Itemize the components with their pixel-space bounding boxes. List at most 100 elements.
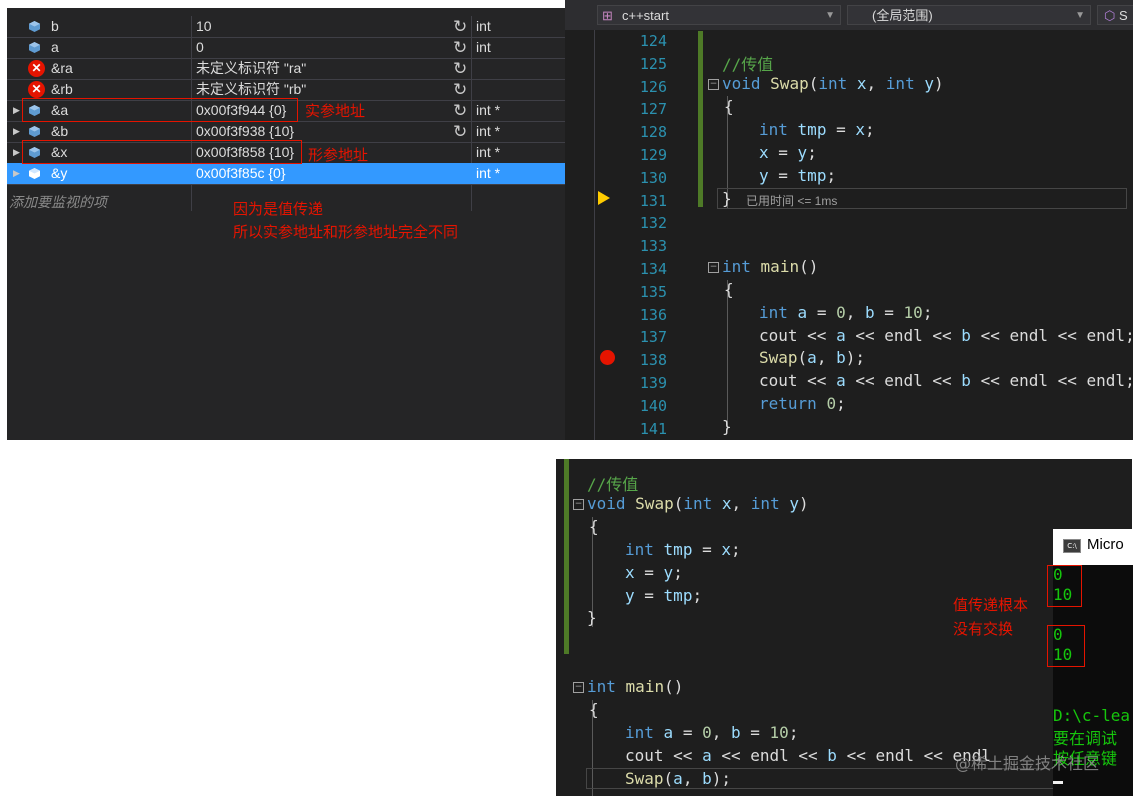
code-line-141: }	[722, 417, 732, 436]
expand-arrow-icon[interactable]: ▶	[13, 142, 20, 163]
watch-value: 未定义标识符 "rb"	[196, 81, 307, 97]
line-number: 136	[639, 305, 667, 324]
code-line-135: {	[724, 280, 734, 299]
variable-icon	[29, 21, 40, 32]
watch-value: 0x00f3f938 {10}	[196, 123, 295, 139]
code-line-130: y = tmp;	[759, 166, 837, 185]
fold-toggle-main[interactable]: −	[708, 262, 719, 273]
margin-separator	[594, 30, 595, 440]
console-cursor	[1053, 781, 1063, 784]
change-tracking-bar	[698, 31, 703, 207]
watch-name: b	[51, 18, 59, 34]
add-watch-item[interactable]: 添加要监视的项	[9, 192, 107, 212]
code-line-comment: //传值	[587, 475, 639, 494]
fold-toggle-swap[interactable]: −	[708, 79, 719, 90]
actual-address-highlight	[22, 98, 298, 122]
fold-toggle-main[interactable]: −	[573, 682, 584, 693]
watch-value: 未定义标识符 "ra"	[196, 60, 307, 76]
code-line-main-open: {	[589, 700, 599, 719]
code-line-swap-2: x = y;	[625, 563, 683, 582]
code-line-swap-sig: void Swap(int x, int y)	[587, 494, 809, 513]
console-title: Micro	[1087, 536, 1124, 553]
refresh-icon[interactable]: ↻	[453, 121, 467, 142]
error-icon: ✕	[28, 60, 45, 77]
refresh-icon[interactable]: ↻	[453, 100, 467, 121]
refresh-icon[interactable]: ↻	[453, 79, 467, 100]
code-line-swap-close: }	[587, 608, 597, 627]
watch-type: int	[476, 18, 491, 34]
editor-navigation-bar: c++start ⊞ ▼ (全局范围) ▼ ⬡ S	[565, 0, 1133, 30]
watch-type: int *	[476, 165, 501, 181]
variable-icon	[29, 126, 40, 137]
line-number: 131	[639, 191, 667, 210]
code-line-swap-1: int tmp = x;	[625, 540, 741, 559]
breakpoint-icon[interactable]	[600, 350, 615, 365]
console-app-icon: C:\	[1063, 539, 1081, 553]
line-number: 137	[639, 328, 667, 347]
reason-note-2: 所以实参地址和形参地址完全不同	[233, 223, 459, 241]
watch-row[interactable]: a 0 ↻ int	[7, 37, 565, 59]
output-highlight-1	[1047, 565, 1082, 607]
code-line-129: x = y;	[759, 143, 817, 162]
code-editor-top: c++start ⊞ ▼ (全局范围) ▼ ⬡ S 124 125 126 127 12…	[565, 0, 1133, 440]
code-line-main-sig: int main()	[587, 677, 684, 696]
line-number: 128	[639, 123, 667, 142]
line-number: 126	[639, 77, 667, 96]
code-line-126: void Swap(int x, int y)	[722, 74, 944, 93]
watch-panel: b 10 ↻ int a 0 ↻ int ✕ &ra 未定义标识符 "ra" ↻ ✕ &rb 未定义标识符 …	[7, 8, 565, 440]
watch-name: a	[51, 39, 59, 55]
chevron-down-icon: ▼	[1075, 10, 1085, 21]
output-highlight-2	[1047, 625, 1085, 667]
watch-name: &rb	[51, 81, 73, 97]
scope-label: (全局范围)	[872, 8, 933, 23]
refresh-icon[interactable]: ↻	[453, 16, 467, 37]
change-tracking-bar	[564, 459, 569, 654]
expand-arrow-icon[interactable]: ▶	[13, 121, 20, 142]
watermark: @稀土掘金技术社区	[955, 754, 1100, 773]
project-name: c++start	[622, 8, 669, 23]
watch-name: &y	[51, 165, 68, 181]
code-line-134: int main()	[722, 257, 819, 276]
refresh-icon[interactable]: ↻	[453, 58, 467, 79]
code-line-main-2: cout << a << endl << b << endl << endl	[625, 746, 992, 765]
no-swap-note-2: 没有交换	[953, 620, 1014, 638]
line-number: 139	[639, 374, 667, 392]
watch-row[interactable]: b 10 ↻ int	[7, 16, 565, 38]
line-number: 129	[639, 146, 667, 164]
variable-icon	[29, 168, 40, 179]
error-icon: ✕	[28, 81, 45, 98]
watch-type: int *	[476, 102, 501, 118]
line-number: 133	[639, 237, 667, 256]
expand-arrow-icon[interactable]: ▶	[13, 100, 20, 121]
watch-name: &ra	[51, 60, 73, 76]
code-line-swap-3: y = tmp;	[625, 586, 703, 605]
code-line-swap-open: {	[589, 517, 599, 536]
line-number: 140	[639, 396, 667, 415]
formal-address-note: 形参地址	[308, 146, 369, 164]
elapsed-time-tip: 已用时间 <= 1ms	[746, 194, 838, 208]
refresh-icon[interactable]: ↻	[453, 37, 467, 58]
watch-row[interactable]: ✕ &ra 未定义标识符 "ra" ↻	[7, 58, 565, 80]
scope-dropdown[interactable]: (全局范围) ▼	[847, 5, 1091, 25]
watch-value: 0	[196, 39, 204, 55]
fold-toggle-swap[interactable]: −	[573, 499, 584, 510]
actual-address-note: 实参地址	[305, 102, 366, 120]
watch-type: int	[476, 39, 491, 55]
code-line-128: int tmp = x;	[759, 120, 875, 139]
line-number: 135	[639, 282, 667, 301]
console-title-bar: C:\ Micro	[1053, 529, 1133, 565]
line-number: 134	[639, 260, 667, 278]
reason-note-1: 因为是值传递	[233, 200, 324, 218]
watch-type: int *	[476, 144, 501, 160]
formal-address-highlight	[22, 140, 302, 164]
expand-arrow-icon[interactable]: ▶	[13, 163, 20, 184]
line-number: 130	[639, 168, 667, 187]
project-dropdown[interactable]: c++start ⊞ ▼	[597, 5, 841, 25]
code-line-main-1: int a = 0, b = 10;	[625, 723, 799, 742]
member-dropdown[interactable]: ⬡ S	[1097, 5, 1133, 25]
cube-icon: ⬡	[1104, 8, 1119, 23]
watch-row[interactable]: ▶ &y 0x00f3f85c {0} int *	[7, 163, 565, 185]
chevron-down-icon: ▼	[825, 10, 835, 21]
line-number: 138	[639, 351, 667, 370]
code-line-136: int a = 0, b = 10;	[759, 303, 933, 322]
